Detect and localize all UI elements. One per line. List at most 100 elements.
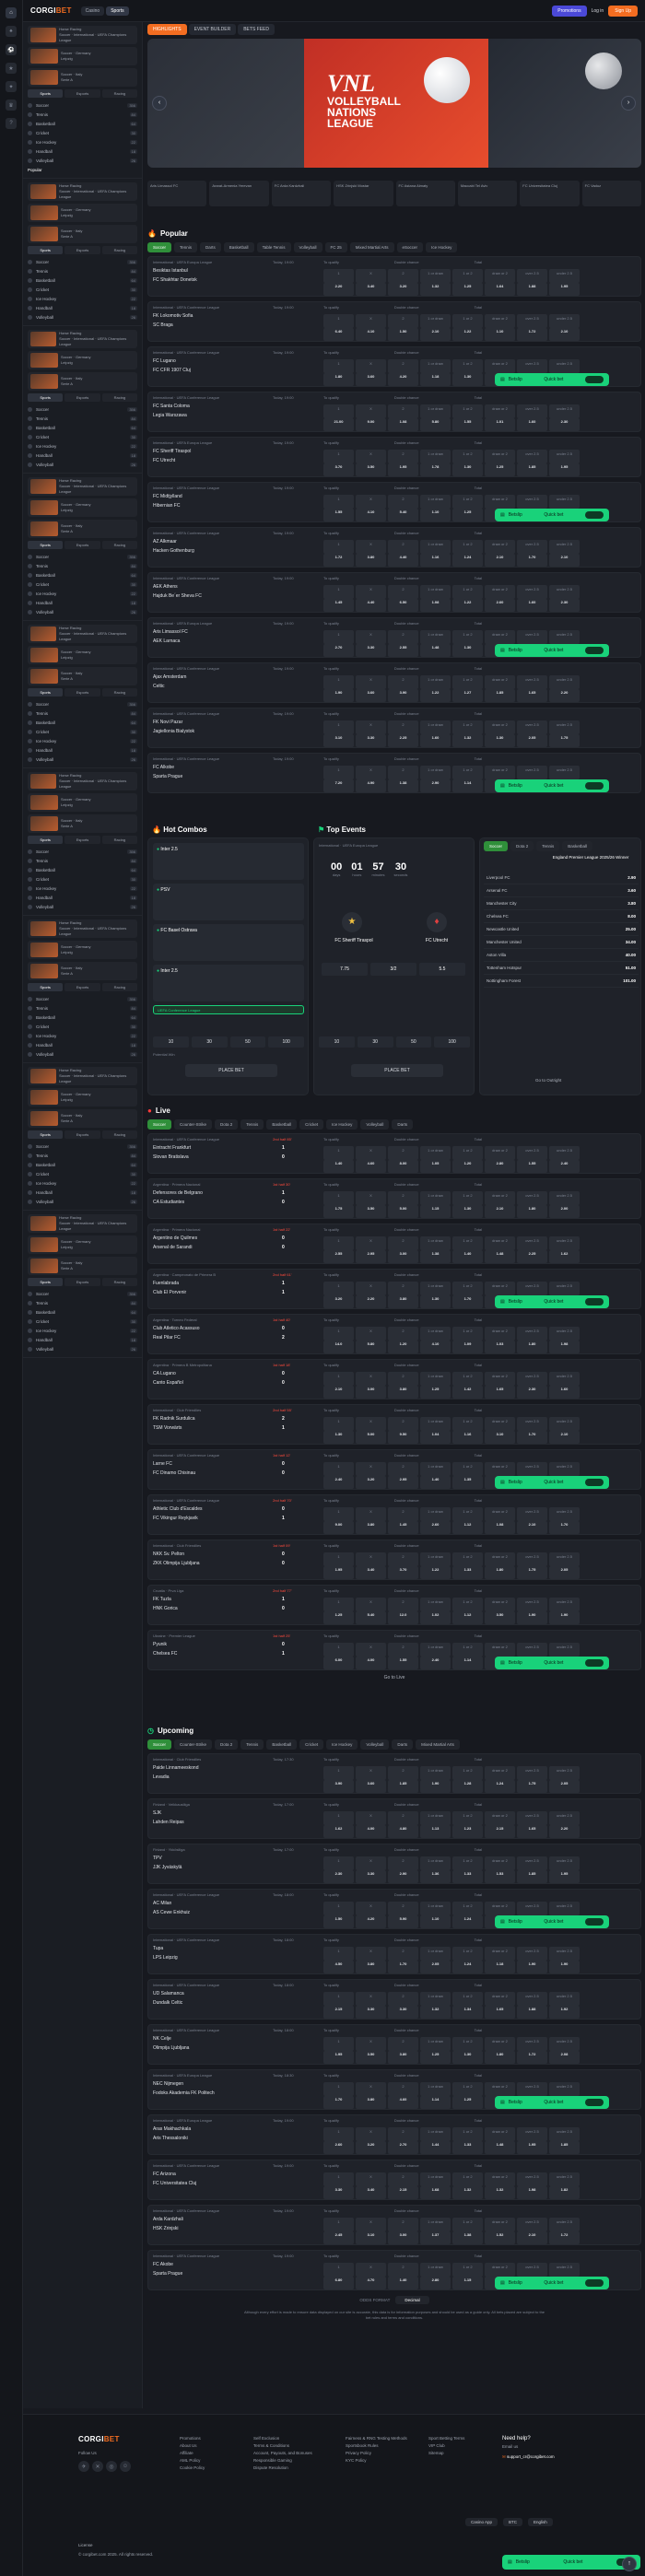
sidebar-tab[interactable]: Sports xyxy=(28,1130,64,1139)
top-event-place-bet-button[interactable]: PLACE BET xyxy=(351,1064,443,1077)
footer-link[interactable]: Sportsbook Rules xyxy=(346,2442,407,2450)
sidebar-sport-item[interactable]: Tennis 84 xyxy=(28,561,137,570)
odds-button[interactable]: under 2.52.25 xyxy=(549,495,580,521)
tab-casino[interactable]: Casino xyxy=(80,6,105,16)
odds-button[interactable]: 1 or draw 1.22 xyxy=(420,675,451,702)
betslip-bar[interactable]: ▤ Betslip Quick bet xyxy=(502,2555,640,2570)
match-row[interactable]: International · UEFA Conference League To… xyxy=(147,527,641,568)
support-email[interactable]: ✉ support_cr@corgibet.com xyxy=(502,2453,555,2461)
footer-link[interactable]: Sitemap xyxy=(428,2450,464,2457)
sidebar-sport-item[interactable]: Handball 18 xyxy=(28,146,137,156)
odds-button[interactable]: 1 or 2 1.35 xyxy=(452,1462,483,1489)
odds-button[interactable]: over 2.51.95 xyxy=(517,2127,547,2154)
odds-button[interactable]: 2 12.0 xyxy=(388,1598,418,1624)
sidebar-game-card[interactable]: Soccer · Italy Serie A xyxy=(28,372,137,391)
odds-button[interactable]: draw or 2 1.18 xyxy=(485,1947,515,1973)
odds-button[interactable]: 1 1.62 xyxy=(323,1811,354,1838)
odds-button[interactable]: 1 or draw 1.40 xyxy=(420,1462,451,1489)
sidebar-sport-item[interactable]: Tennis 84 xyxy=(28,414,137,423)
sport-chip[interactable]: Soccer xyxy=(147,1119,172,1130)
sidebar-sport-item[interactable]: Handball 18 xyxy=(28,303,137,312)
odds-button[interactable]: draw or 2 2.60 xyxy=(485,585,515,612)
sidebar-game-card[interactable]: Horse Racing Soccer · International · UEF… xyxy=(28,477,137,496)
sport-chip[interactable]: Volleyball xyxy=(293,242,322,252)
odds-button[interactable]: draw or 2 1.32 xyxy=(485,2172,515,2199)
favorites-icon[interactable]: ★ xyxy=(6,63,17,74)
odds-button[interactable]: 1 or draw 2.10 xyxy=(420,314,451,341)
quick-bet-toggle[interactable] xyxy=(585,1298,604,1306)
odds-button[interactable]: X 2.95 xyxy=(356,1236,386,1263)
odds-button[interactable]: over 2.5 2.25 xyxy=(517,1236,547,1263)
odds-button[interactable]: over 2.51.90 xyxy=(517,359,547,386)
odds-button[interactable]: X 3.50 xyxy=(356,2037,386,2064)
sidebar-sport-item[interactable]: Cricket 30 xyxy=(28,128,137,137)
sport-chip[interactable]: Dota 2 xyxy=(510,841,534,851)
outright-row[interactable]: Liverpool FC 2.90 xyxy=(484,872,639,884)
betslip-bar[interactable]: ▤ Betslip Quick bet xyxy=(495,509,609,521)
stake-button[interactable]: 30 xyxy=(357,1036,393,1048)
odds-button[interactable]: under 2.51.85 xyxy=(549,2127,580,2154)
sidebar-sport-item[interactable]: Cricket 30 xyxy=(28,1022,137,1031)
match-row[interactable]: Argentina · Primera B Metropolitana 1st h… xyxy=(147,1359,641,1399)
sidebar-sport-item[interactable]: Basketball 64 xyxy=(28,1013,137,1022)
odds-button[interactable]: X 4.60 xyxy=(356,1146,386,1173)
odds-button[interactable]: 2 1.45 xyxy=(388,1507,418,1534)
odds-button[interactable]: 2 1.40 xyxy=(388,2263,418,2289)
sidebar-sport-item[interactable]: Basketball 64 xyxy=(28,1160,137,1169)
odds-button[interactable]: X 3.60 xyxy=(356,359,386,386)
odds-button[interactable]: 1 or 2 1.09 xyxy=(452,1327,483,1353)
sidebar-tab[interactable]: Sports xyxy=(28,246,64,254)
odds-button[interactable]: over 2.5 1.60 xyxy=(517,404,547,431)
odds-button[interactable]: draw or 2 1.01 xyxy=(485,404,515,431)
match-row[interactable]: Finland · Veikkausliiga Today, 17:00 SJK La… xyxy=(147,1798,641,1839)
sidebar-game-card[interactable]: Soccer · Italy Serie A xyxy=(28,1109,137,1128)
sidebar-game-card[interactable]: Soccer · Germany Leipzig xyxy=(28,204,137,222)
support-icon[interactable]: ? xyxy=(6,118,17,129)
sport-chip[interactable]: Basketball xyxy=(223,242,254,252)
sidebar-game-card[interactable]: Soccer · Italy Serie A xyxy=(28,962,137,980)
combo-leg[interactable]: ● Inter 2.5 xyxy=(153,965,304,1001)
odds-button[interactable]: 1 or draw 1.16 xyxy=(420,540,451,567)
odds-button[interactable]: X 3.60 xyxy=(356,675,386,702)
odds-button[interactable]: X 5.80 xyxy=(356,1327,386,1353)
match-row[interactable]: International · UEFA Conference League To… xyxy=(147,2024,641,2065)
sidebar-sport-item[interactable]: Basketball 64 xyxy=(28,865,137,874)
odds-button[interactable]: draw or 2 1.52 xyxy=(485,2218,515,2244)
sidebar-sport-item[interactable]: Handball 18 xyxy=(28,451,137,460)
odds-button[interactable]: 1 3.20 xyxy=(323,1282,354,1308)
odds-button[interactable]: 1 2.70 xyxy=(323,630,354,657)
odds-button[interactable]: 7.75 xyxy=(322,963,368,976)
home-icon[interactable]: ⌂ xyxy=(6,7,17,18)
sidebar-game-card[interactable]: Soccer · Germany Leipzig xyxy=(28,351,137,369)
odds-button[interactable]: 1 2.60 xyxy=(323,2127,354,2154)
odds-button[interactable]: 1 1.75 xyxy=(323,1191,354,1218)
sidebar-tab[interactable]: Racing xyxy=(101,983,137,991)
sidebar-sport-item[interactable]: Soccer 356 xyxy=(28,994,137,1003)
outright-row[interactable]: Manchester City 3.80 xyxy=(484,897,639,910)
sidebar-sport-item[interactable]: Ice Hockey 22 xyxy=(28,294,137,303)
betslip-bar[interactable]: ▤ Betslip Quick bet xyxy=(495,644,609,657)
sport-chip[interactable]: Dota 2 xyxy=(215,1119,239,1130)
odds-button[interactable]: X 9.00 xyxy=(356,404,386,431)
combo-leg[interactable]: ● PSV xyxy=(153,884,304,920)
odds-button[interactable]: X 3.40 xyxy=(356,2172,386,2199)
odds-button[interactable]: X 3.40 xyxy=(356,269,386,296)
footer-link[interactable]: Affiliate xyxy=(180,2450,205,2457)
sidebar-sport-item[interactable]: Basketball 64 xyxy=(28,119,137,128)
sidebar-tab[interactable]: Esports xyxy=(64,246,100,254)
odds-button[interactable]: 1 3.90 xyxy=(323,1766,354,1793)
odds-button[interactable]: 2 1.08 xyxy=(388,404,418,431)
sidebar-sport-item[interactable]: Tennis 84 xyxy=(28,708,137,718)
odds-button[interactable]: over 2.5 2.10 xyxy=(517,1507,547,1534)
odds-button[interactable]: 1 or 2 1.32 xyxy=(452,2172,483,2199)
sport-chip[interactable]: Soccer xyxy=(147,242,172,252)
casino-icon[interactable]: ♠ xyxy=(6,26,17,37)
odds-button[interactable]: 1 or draw 1.90 xyxy=(420,1766,451,1793)
license-link[interactable]: License xyxy=(78,2542,93,2549)
odds-button[interactable]: 1 or draw 1.38 xyxy=(420,1236,451,1263)
hero-slide-left[interactable] xyxy=(147,39,304,168)
sidebar-sport-item[interactable]: Cricket 30 xyxy=(28,727,137,736)
featured-team-card[interactable]: FC Astana Almaty xyxy=(395,181,455,206)
odds-button[interactable]: over 2.5 1.72 xyxy=(517,2037,547,2064)
odds-button[interactable]: X 3.60 xyxy=(356,1766,386,1793)
